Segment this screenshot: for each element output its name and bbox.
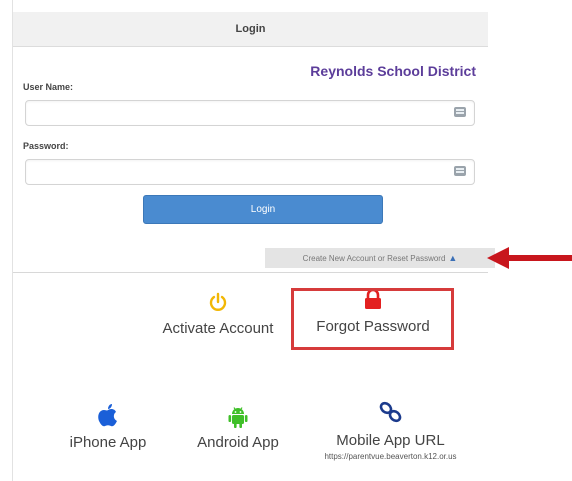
card-icon — [454, 107, 466, 117]
android-icon — [228, 407, 248, 428]
login-header: Login — [13, 12, 488, 47]
password-input[interactable] — [26, 160, 462, 182]
create-account-link[interactable]: Create New Account or Reset Password ▲ — [265, 248, 495, 268]
login-header-title: Login — [235, 23, 266, 35]
mobile-app-url-label: Mobile App URL — [336, 432, 445, 449]
android-app-label: Android App — [197, 434, 279, 451]
link-icon — [379, 401, 401, 423]
iphone-app-label: iPhone App — [69, 434, 147, 451]
mobile-app-url-text: https://parentvue.beaverton.k12.or.us — [324, 452, 457, 461]
chevron-up-icon: ▲ — [448, 253, 458, 263]
keyboard-icon — [454, 166, 466, 176]
username-field[interactable] — [25, 100, 475, 126]
login-button[interactable]: Login — [143, 195, 383, 224]
activate-account-option[interactable]: Activate Account — [138, 292, 298, 337]
mobile-app-url-link[interactable]: Mobile App URL https://parentvue.beavert… — [303, 400, 478, 461]
username-label: User Name: — [23, 82, 74, 92]
apple-icon — [98, 404, 117, 427]
username-input[interactable] — [26, 101, 462, 123]
password-label: Password: — [23, 141, 69, 151]
district-name: Reynolds School District — [310, 63, 476, 79]
highlight-box — [291, 288, 454, 350]
create-account-label: Create New Account or Reset Password — [302, 253, 446, 263]
activate-account-label: Activate Account — [162, 320, 274, 337]
arrow-annotation — [487, 247, 572, 269]
password-field[interactable] — [25, 159, 475, 185]
android-app-link[interactable]: Android App — [183, 406, 293, 451]
power-icon — [209, 292, 227, 311]
login-panel: Login Reynolds School District User Name… — [12, 0, 495, 481]
divider — [13, 272, 488, 273]
iphone-app-link[interactable]: iPhone App — [53, 404, 163, 451]
